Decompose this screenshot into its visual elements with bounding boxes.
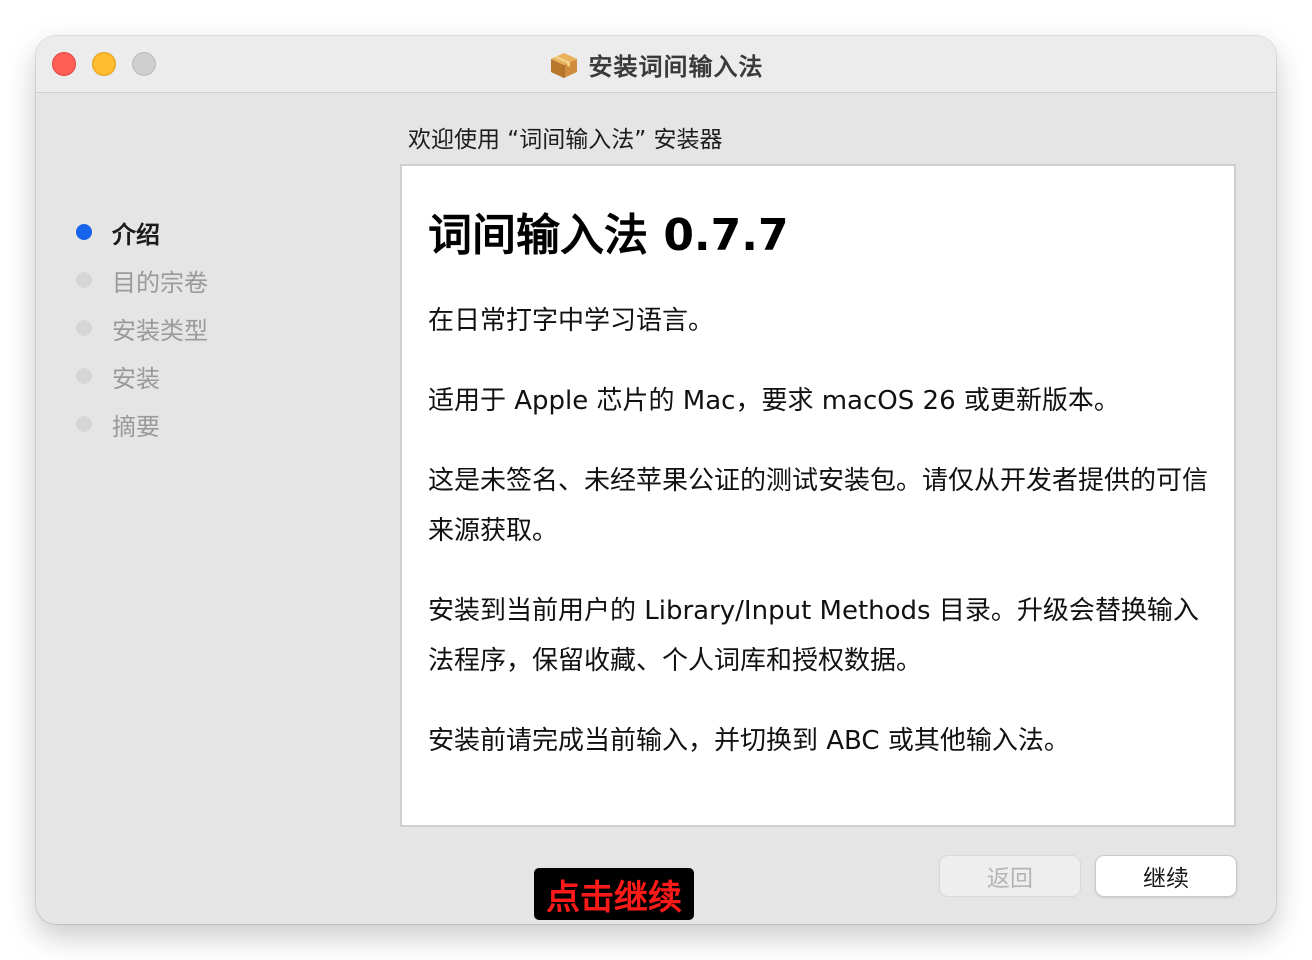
content-paragraph: 在日常打字中学习语言。 <box>428 306 715 336</box>
step-indicator-dot <box>76 416 92 432</box>
step-label: 安装 <box>112 364 160 393</box>
step-indicator-dot <box>76 224 92 240</box>
installer-steps: 介绍 目的宗卷 安装类型 安装 摘要 <box>76 208 208 448</box>
step-label: 摘要 <box>112 412 160 441</box>
intro-content-panel: 词间输入法 0.7.7 在日常打字中学习语言。 适用于 Apple 芯片的 Ma… <box>400 164 1236 827</box>
step-label: 目的宗卷 <box>112 268 208 297</box>
continue-button[interactable]: 继续 <box>1095 855 1237 897</box>
step-indicator-dot <box>76 320 92 336</box>
step-indicator-dot <box>76 272 92 288</box>
window-title: 安装词间输入法 <box>588 53 764 81</box>
step-label: 安装类型 <box>112 316 208 345</box>
step-introduction: 介绍 <box>76 208 208 256</box>
step-indicator-dot <box>76 368 92 384</box>
step-summary: 摘要 <box>76 400 208 448</box>
back-button[interactable]: 返回 <box>939 855 1081 897</box>
step-installation-type: 安装类型 <box>76 304 208 352</box>
step-label: 介绍 <box>112 220 160 249</box>
welcome-text: 欢迎使用 “词间输入法” 安装器 <box>408 127 723 153</box>
content-heading: 词间输入法 0.7.7 <box>428 210 789 261</box>
step-destination: 目的宗卷 <box>76 256 208 304</box>
installer-window: 安装词间输入法 欢迎使用 “词间输入法” 安装器 介绍 目的宗卷 安装类型 安装… <box>36 36 1276 924</box>
click-continue-hint: 点击继续 <box>534 868 694 920</box>
step-install: 安装 <box>76 352 208 400</box>
content-paragraph: 适用于 Apple 芯片的 Mac，要求 macOS 26 或更新版本。 <box>428 386 1120 416</box>
package-icon <box>550 52 577 78</box>
window-title-group: 安装词间输入法 <box>36 36 1276 93</box>
content-paragraph: 这是未签名、未经苹果公证的测试安装包。请仅从开发者提供的可信来源获取。 <box>428 466 1209 546</box>
content-paragraph: 安装到当前用户的 Library/Input Methods 目录。升级会替换输… <box>428 596 1199 676</box>
content-paragraph: 安装前请完成当前输入，并切换到 ABC 或其他输入法。 <box>428 726 1070 756</box>
title-bar: 安装词间输入法 <box>36 36 1276 93</box>
